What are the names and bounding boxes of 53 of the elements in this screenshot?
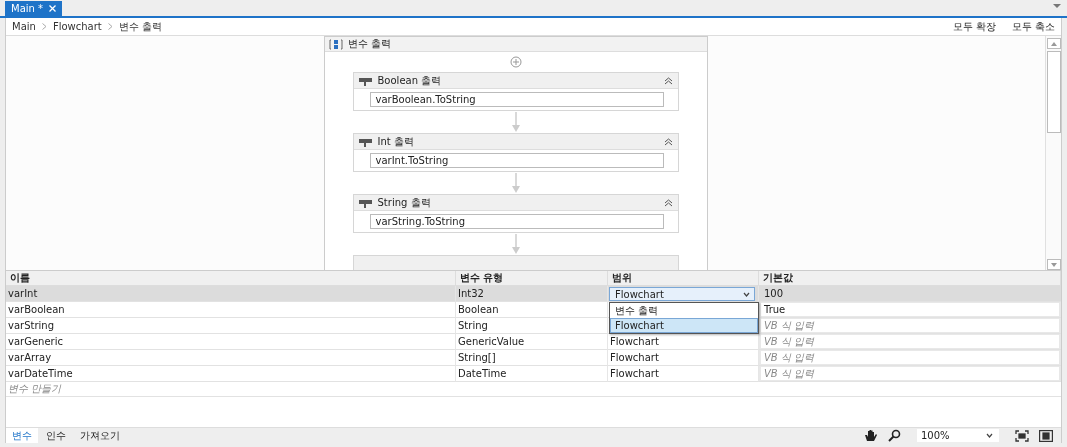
variable-name-cell[interactable]: varInt <box>6 286 456 302</box>
document-tab[interactable]: Main * <box>5 1 63 16</box>
variable-name-cell[interactable]: varString <box>6 318 456 334</box>
default-value-field[interactable]: VB 식 입력 <box>761 319 1059 332</box>
variable-type-cell: Int32 <box>456 286 608 302</box>
scope-combo[interactable]: Flowchart <box>609 287 755 301</box>
default-value-field[interactable]: VB 식 입력 <box>761 335 1059 348</box>
variable-type-cell: String <box>456 318 608 334</box>
default-value-field[interactable]: 100 <box>761 287 1059 300</box>
activity-card[interactable]: Int 출력 varInt.ToString <box>352 133 679 172</box>
toolbar-link[interactable]: 모두 축소 <box>1011 19 1055 34</box>
create-variable-placeholder[interactable]: 변수 만들기 <box>8 382 62 396</box>
breadcrumb-item[interactable]: Flowchart <box>52 21 102 32</box>
column-header: 기본값 <box>759 271 1061 286</box>
variable-name-cell[interactable]: varBoolean <box>6 302 456 318</box>
variable-type-cell: GenericValue <box>456 334 608 350</box>
panel-tab[interactable]: 인수 <box>40 428 72 443</box>
variable-name-cell[interactable]: varGeneric <box>6 334 456 350</box>
dropdown-option[interactable]: Flowchart <box>610 318 758 333</box>
activity-card[interactable]: Boolean 출력 varBoolean.ToString <box>352 72 679 111</box>
dropdown-option[interactable]: 변수 출력 <box>610 303 758 318</box>
column-header: 범위 <box>608 271 759 286</box>
expression-field[interactable]: varString.ToString <box>369 214 664 229</box>
breadcrumb-item[interactable]: 변수 출력 <box>118 19 162 34</box>
variable-type-cell: DateTime <box>456 366 608 382</box>
scope-cell: Flowchart <box>608 334 759 350</box>
expression-field[interactable]: varInt.ToString <box>369 153 664 168</box>
sequence-title: 변수 출력 <box>347 37 391 51</box>
breadcrumb-item[interactable]: Main <box>12 21 36 32</box>
activity-title: Int 출력 <box>377 134 415 149</box>
variable-name-cell[interactable]: varDateTime <box>6 366 456 382</box>
tab-label: Main * <box>11 3 44 14</box>
variable-type-cell: Boolean <box>456 302 608 318</box>
scope-cell: Flowchart <box>608 366 759 382</box>
default-value-field[interactable]: VB 식 입력 <box>761 367 1059 380</box>
panel-tab[interactable]: 변수 <box>6 428 38 443</box>
sequence-container[interactable]: 변수 출력 Boolean 출력 varBoolean.ToString Int 출력 varInt.ToString String 출력 varString.ToString <box>323 36 708 270</box>
zoom-combo[interactable]: 100% <box>917 429 999 442</box>
variable-type-cell: String[] <box>456 350 608 366</box>
toolbar-link[interactable]: 모두 확장 <box>952 19 996 34</box>
variable-name-cell[interactable]: varArray <box>6 350 456 366</box>
default-value-field[interactable]: True <box>761 303 1059 316</box>
panel-tab[interactable]: 가져오기 <box>74 428 126 443</box>
activity-title: Boolean 출력 <box>377 73 443 88</box>
activity-card[interactable]: String 출력 varString.ToString <box>352 194 679 233</box>
default-value-field[interactable]: VB 식 입력 <box>761 351 1059 364</box>
column-header: 이름 <box>6 271 456 286</box>
expression-field[interactable]: varBoolean.ToString <box>369 92 664 107</box>
column-header: 변수 유형 <box>456 271 608 286</box>
activity-title: String 출력 <box>377 195 432 210</box>
combo-value: Flowchart <box>615 288 664 300</box>
scope-cell: Flowchart <box>608 350 759 366</box>
zoom-value: 100% <box>921 430 950 441</box>
